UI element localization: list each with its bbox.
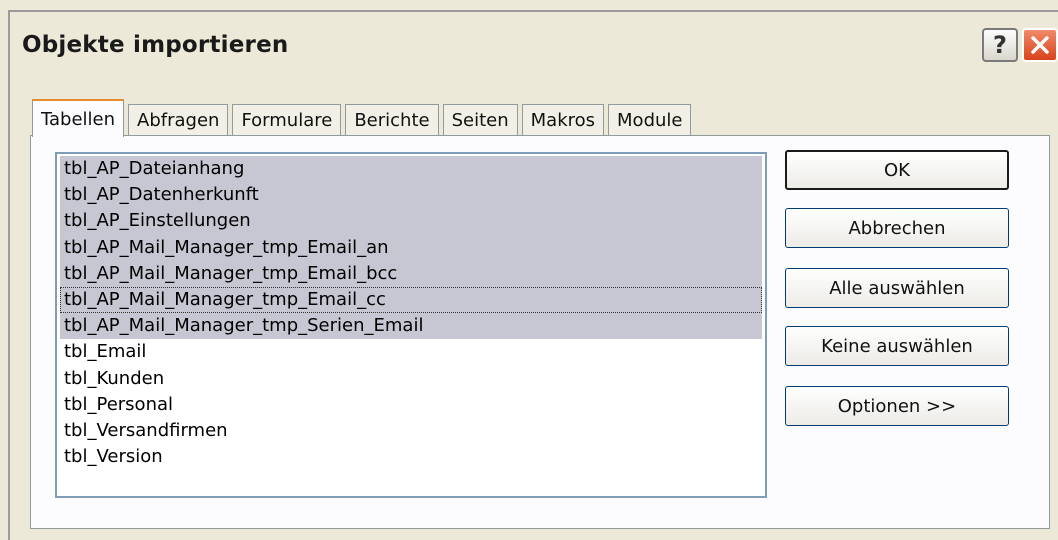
list-item[interactable]: tbl_AP_Einstellungen: [60, 208, 762, 235]
help-button[interactable]: ?: [982, 28, 1018, 62]
help-icon: ?: [993, 31, 1007, 59]
ok-button[interactable]: OK: [785, 150, 1009, 190]
list-item[interactable]: tbl_AP_Mail_Manager_tmp_Serien_Email: [60, 313, 762, 340]
cancel-button[interactable]: Abbrechen: [785, 208, 1009, 248]
tab-panel-tabellen: tbl_AP_Dateianhang tbl_AP_Datenherkunft …: [30, 135, 1050, 529]
tab-tabellen[interactable]: Tabellen: [32, 99, 125, 137]
title-bar: Objekte importieren ?: [8, 10, 1058, 74]
tab-module[interactable]: Module: [608, 104, 692, 136]
close-icon: [1031, 36, 1049, 54]
list-item[interactable]: tbl_AP_Mail_Manager_tmp_Email_bcc: [60, 260, 762, 287]
tab-berichte[interactable]: Berichte: [345, 104, 439, 136]
list-item[interactable]: tbl_Personal: [60, 392, 762, 418]
list-item[interactable]: tbl_AP_Datenherkunft: [60, 182, 762, 209]
list-item[interactable]: tbl_AP_Mail_Manager_tmp_Email_an: [60, 234, 762, 261]
tab-formulare[interactable]: Formulare: [232, 104, 342, 136]
dialog-title: Objekte importieren: [22, 32, 289, 58]
list-item[interactable]: tbl_AP_Dateianhang: [60, 156, 762, 183]
tab-strip: Tabellen Abfragen Formulare Berichte Sei…: [32, 96, 695, 137]
object-list[interactable]: tbl_AP_Dateianhang tbl_AP_Datenherkunft …: [55, 152, 767, 498]
close-button[interactable]: [1022, 28, 1058, 62]
select-none-button[interactable]: Keine auswählen: [785, 326, 1009, 366]
list-item[interactable]: tbl_AP_Mail_Manager_tmp_Email_cc: [60, 286, 762, 314]
tab-seiten[interactable]: Seiten: [442, 104, 518, 136]
list-item[interactable]: tbl_Email: [60, 339, 762, 365]
dialog-body: Tabellen Abfragen Formulare Berichte Sei…: [8, 74, 1058, 540]
list-item[interactable]: tbl_Version: [60, 444, 762, 470]
list-item[interactable]: tbl_Versandfirmen: [60, 418, 762, 444]
options-button[interactable]: Optionen >>: [785, 386, 1009, 426]
tab-abfragen[interactable]: Abfragen: [128, 104, 229, 136]
select-all-button[interactable]: Alle auswählen: [785, 268, 1009, 308]
list-item[interactable]: tbl_Kunden: [60, 366, 762, 392]
tab-makros[interactable]: Makros: [521, 104, 605, 136]
import-objects-dialog: Objekte importieren ? Tabellen Abfragen …: [8, 10, 1058, 540]
